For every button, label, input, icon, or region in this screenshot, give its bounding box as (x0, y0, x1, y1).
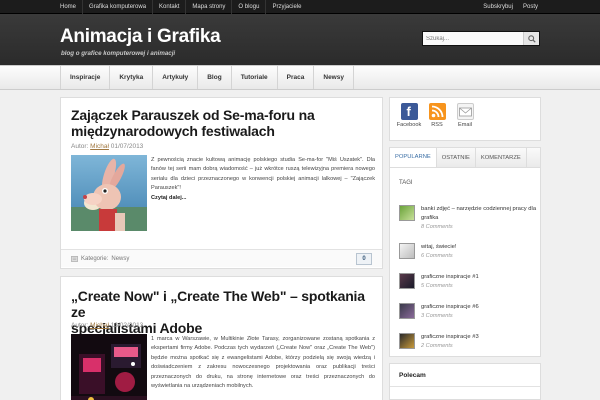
polecam-widget: Polecam (389, 363, 541, 400)
post-author-link[interactable]: Michał (90, 322, 109, 329)
main-nav: Inspiracje Krytyka Artykuły Blog Tutoria… (0, 65, 600, 90)
post-date: 01/07/2013 (110, 143, 144, 150)
meta-prefix: Autor: (71, 143, 89, 150)
popular-item[interactable]: witaj, świecie! 6 Comments (399, 243, 539, 263)
popular-item[interactable]: graficzne inspiracje #3 2 Comments (399, 333, 539, 353)
category-prefix: Kategorie: (81, 255, 109, 262)
popular-item-comments: 2 Comments (421, 343, 453, 349)
nav-newsy[interactable]: Newsy (314, 66, 354, 89)
popular-item-title[interactable]: graficzne inspiracje #6 (421, 303, 537, 312)
category-link[interactable]: Newsy (111, 256, 129, 262)
post-title[interactable]: Zajączek Parauszek od Se-ma-foru na międ… (71, 107, 315, 139)
popular-item[interactable]: banki zdjęć – narzędzie codziennej pracy… (399, 205, 539, 233)
popular-item-thumbnail (399, 303, 415, 319)
excerpt-text: Z pewnością znacie kultową animację pols… (151, 157, 375, 192)
nav-blog[interactable]: Blog (198, 66, 232, 89)
popular-item[interactable]: graficzne inspiracje #1 5 Comments (399, 273, 539, 293)
post-title-line: „Create Now" i „Create The Web" – spotka… (71, 288, 365, 320)
rss-icon (428, 103, 446, 120)
popular-item-thumbnail (399, 205, 415, 221)
rss-glyph (431, 105, 443, 118)
tab-popularne[interactable]: POPULARNE (390, 148, 437, 167)
excerpt-text: 1 marca w Warszawie, w Multikinie Złote … (151, 336, 375, 390)
envelope-glyph (458, 107, 472, 117)
nav-tutoriale[interactable]: Tutoriale (232, 66, 278, 89)
nav-artykuly[interactable]: Artykuły (153, 66, 199, 89)
post-date: 13/02/2013 (110, 322, 144, 329)
facebook-label: Facebook (396, 122, 422, 128)
subscribe-link[interactable]: Subskrybuj (483, 0, 513, 14)
top-nav-grafika[interactable]: Grafika komputerowa (83, 0, 154, 14)
social-links: f Facebook RSS Email (389, 97, 541, 141)
top-right-links: Subskrybuj Posty (483, 0, 538, 14)
top-nav-mapa[interactable]: Mapa strony (186, 0, 233, 14)
nav-inspiracje[interactable]: Inspiracje (61, 66, 111, 89)
polecam-heading: Polecam (399, 372, 426, 379)
top-nav: Home Grafika komputerowa Kontakt Mapa st… (54, 0, 307, 14)
post-excerpt: 1 marca w Warszawie, w Multikinie Złote … (151, 335, 375, 391)
popular-item-comments: 5 Comments (421, 283, 453, 289)
post-excerpt: Z pewnością znacie kultową animację pols… (151, 156, 375, 203)
site-title[interactable]: Animacja i Grafika (60, 26, 221, 48)
search-input[interactable] (426, 33, 518, 44)
facebook-glyph: f (406, 104, 411, 119)
post-meta: Autor: Michał 01/07/2013 (71, 143, 143, 150)
event-stage-image (71, 334, 147, 400)
comments-count-badge[interactable]: 0 (356, 253, 372, 265)
top-nav-oblogu[interactable]: O blogu (232, 0, 267, 14)
tab-komentarze[interactable]: KOMENTARZE (476, 148, 527, 167)
meta-prefix: Autor: (71, 322, 89, 329)
folder-icon (71, 256, 78, 262)
search-form (422, 31, 540, 46)
post-thumbnail[interactable] (71, 334, 147, 400)
popular-item-title[interactable]: graficzne inspiracje #1 (421, 273, 537, 282)
popular-item-thumbnail (399, 333, 415, 349)
popular-item-thumbnail (399, 273, 415, 289)
post-title-line: międzynarodowych festiwalach (71, 123, 275, 139)
popular-item-title[interactable]: witaj, świecie! (421, 243, 537, 252)
site-tagline: blog o grafice komputerowej i animacji (61, 50, 176, 57)
facebook-link[interactable]: f Facebook (394, 103, 424, 128)
search-button[interactable] (523, 32, 539, 45)
site-header: Animacja i Grafika blog o grafice komput… (0, 14, 600, 65)
read-more-link[interactable]: Czytaj dalej... (151, 194, 375, 203)
widget-tabs: POPULARNE OSTATNIE KOMENTARZE (390, 148, 540, 168)
popular-item-thumbnail (399, 243, 415, 259)
tab-ostatnie[interactable]: OSTATNIE (437, 148, 476, 167)
nav-praca[interactable]: Praca (278, 66, 315, 89)
rss-link[interactable]: RSS (422, 103, 452, 128)
post-card: „Create Now" i „Create The Web" – spotka… (60, 276, 383, 400)
post-title-line: Zajączek Parauszek od Se-ma-foru na (71, 107, 315, 123)
rabbit-puppet-image (71, 155, 147, 231)
post-meta: Autor: Michał 13/02/2013 (71, 322, 143, 329)
rss-label: RSS (431, 122, 443, 128)
tags-heading: TAGI (399, 180, 413, 186)
email-icon (456, 103, 474, 120)
popular-item-comments: 6 Comments (421, 253, 453, 259)
email-link[interactable]: Email (450, 103, 480, 128)
top-nav-kontakt[interactable]: Kontakt (153, 0, 187, 14)
divider (390, 386, 540, 387)
tabbed-widget: POPULARNE OSTATNIE KOMENTARZE TAGI banki… (389, 147, 541, 357)
facebook-icon: f (400, 103, 418, 120)
popular-item-comments: 3 Comments (421, 313, 453, 319)
popular-item-title[interactable]: graficzne inspiracje #3 (421, 333, 537, 342)
post-author-link[interactable]: Michał (90, 143, 109, 150)
popular-item-comments: 8 Comments (421, 224, 453, 230)
search-icon (528, 35, 536, 43)
email-label: Email (458, 122, 472, 128)
post-thumbnail[interactable] (71, 155, 147, 231)
popular-item-title[interactable]: banki zdjęć – narzędzie codziennej pracy… (421, 205, 537, 222)
top-nav-home[interactable]: Home (54, 0, 84, 14)
post-categories: Kategorie: Newsy (71, 255, 129, 262)
post-footer: Kategorie: Newsy 0 (61, 249, 382, 267)
post-card: Zajączek Parauszek od Se-ma-foru na międ… (60, 97, 383, 269)
posts-link[interactable]: Posty (523, 0, 538, 14)
popular-item[interactable]: graficzne inspiracje #6 3 Comments (399, 303, 539, 323)
top-nav-przyjaciele[interactable]: Przyjaciele (266, 0, 307, 14)
top-bar: Home Grafika komputerowa Kontakt Mapa st… (0, 0, 600, 14)
nav-krytyka[interactable]: Krytyka (110, 66, 154, 89)
